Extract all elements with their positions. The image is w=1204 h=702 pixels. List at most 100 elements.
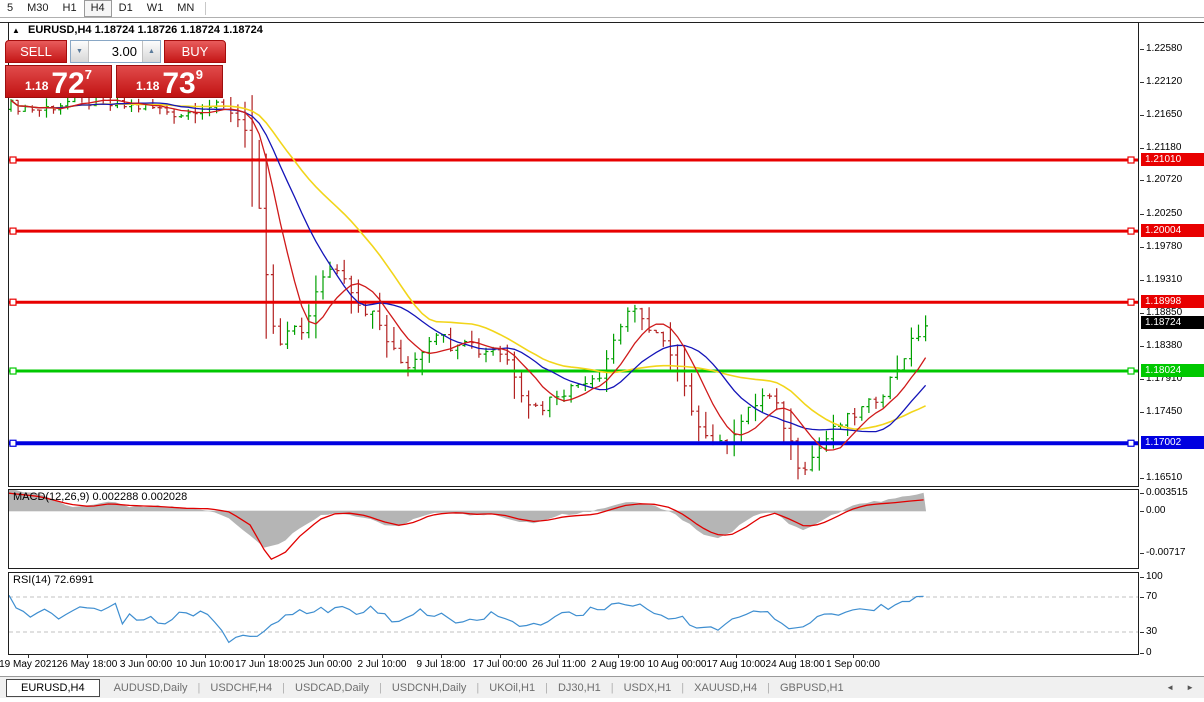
macd-axis-tick bbox=[1140, 511, 1144, 512]
time-axis-tick bbox=[264, 655, 265, 658]
time-axis-label: 26 May 18:00 bbox=[56, 659, 118, 670]
ma-fast-line bbox=[10, 99, 927, 451]
macd-signal-line bbox=[9, 492, 924, 561]
ma-mid-line bbox=[10, 99, 927, 433]
price-axis-label: 1.22120 bbox=[1146, 76, 1183, 87]
time-axis-tick bbox=[500, 655, 501, 658]
time-axis-label: 17 Aug 10:00 bbox=[706, 659, 766, 670]
ma-slow-line bbox=[10, 99, 926, 430]
price-axis-label: 1.17450 bbox=[1146, 406, 1183, 417]
price-axis-tick bbox=[1140, 280, 1144, 281]
rsi-canvas[interactable] bbox=[9, 573, 1138, 654]
level-price-chip: 1.17002 bbox=[1141, 436, 1204, 449]
timeframe-button-d1[interactable]: D1 bbox=[112, 1, 140, 16]
volume-increase-icon[interactable]: ▲ bbox=[142, 41, 160, 62]
time-axis-tick bbox=[677, 655, 678, 658]
time-axis-label: 2 Jul 10:00 bbox=[357, 659, 407, 670]
price-axis-label: 1.20250 bbox=[1146, 208, 1183, 219]
timeframe-button-mn[interactable]: MN bbox=[170, 1, 201, 16]
time-axis-tick bbox=[382, 655, 383, 658]
tab-dj30[interactable]: DJ30,H1 bbox=[548, 682, 611, 694]
tab-scroll-left-icon[interactable]: ◄ bbox=[1166, 683, 1174, 692]
timeframe-button-h4[interactable]: H4 bbox=[83, 0, 112, 17]
time-axis-tick bbox=[205, 655, 206, 658]
timeframe-button-5[interactable]: 5 bbox=[0, 1, 20, 16]
rsi-panel[interactable]: RSI(14) 72.6991 bbox=[8, 572, 1139, 655]
price-axis-label: 1.21650 bbox=[1146, 109, 1183, 120]
timeframe-button-w1[interactable]: W1 bbox=[140, 1, 171, 16]
level-price-chip: 1.21010 bbox=[1141, 153, 1204, 166]
toolbar-separator bbox=[205, 2, 207, 15]
time-axis-label: 10 Jun 10:00 bbox=[176, 659, 234, 670]
time-axis-label: 17 Jun 18:00 bbox=[235, 659, 293, 670]
time-axis-label: 17 Jul 00:00 bbox=[472, 659, 528, 670]
sell-button[interactable]: SELL bbox=[5, 40, 67, 63]
tab-scroll-right-icon[interactable]: ► bbox=[1186, 683, 1194, 692]
tab-gbpusd[interactable]: GBPUSD,H1 bbox=[770, 682, 854, 694]
price-axis-tick bbox=[1140, 214, 1144, 215]
tab-usdchf[interactable]: USDCHF,H4 bbox=[200, 682, 282, 694]
buy-button[interactable]: BUY bbox=[164, 40, 226, 63]
time-axis-tick bbox=[736, 655, 737, 658]
sell-price-big-digits: 72 bbox=[51, 67, 85, 100]
rsi-label: RSI(14) 72.6991 bbox=[13, 574, 94, 586]
tab-xauusd[interactable]: XAUUSD,H4 bbox=[684, 682, 767, 694]
level-price-chip: 1.20004 bbox=[1141, 224, 1204, 237]
volume-decrease-icon[interactable]: ▼ bbox=[71, 41, 89, 62]
macd-axis-tick bbox=[1140, 553, 1144, 554]
macd-label: MACD(12,26,9) 0.002288 0.002028 bbox=[13, 491, 188, 503]
time-axis-label: 25 Jun 00:00 bbox=[294, 659, 352, 670]
buy-price-big-digits: 73 bbox=[162, 67, 196, 100]
time-axis-tick bbox=[323, 655, 324, 658]
collapse-icon[interactable]: ▲ bbox=[12, 26, 20, 35]
timeframe-button-m30[interactable]: M30 bbox=[20, 1, 55, 16]
rsi-axis-tick bbox=[1140, 577, 1144, 578]
time-axis-label: 9 Jul 18:00 bbox=[416, 659, 466, 670]
price-axis-tick bbox=[1140, 313, 1144, 314]
chart-symbol: EURUSD,H4 bbox=[27, 24, 92, 36]
tab-usdcad[interactable]: USDCAD,Daily bbox=[285, 682, 379, 694]
sell-price-display[interactable]: 1.18 72 7 bbox=[5, 65, 112, 100]
rsi-line bbox=[9, 595, 924, 644]
price-axis-tick bbox=[1140, 180, 1144, 181]
chart-ohlc: 1.18724 1.18726 1.18724 1.18724 bbox=[94, 24, 263, 36]
tab-usdcnh[interactable]: USDCNH,Daily bbox=[382, 682, 477, 694]
price-axis-tick bbox=[1140, 49, 1144, 50]
volume-input[interactable]: 3.00 bbox=[89, 41, 142, 62]
price-axis-label: 1.19780 bbox=[1146, 241, 1183, 252]
price-axis[interactable]: 1.22580 1.22120 1.21650 1.21180 1.20720 1.202… bbox=[1140, 22, 1204, 658]
macd-axis-label: 0.003515 bbox=[1146, 487, 1188, 498]
time-axis-tick bbox=[87, 655, 88, 658]
one-click-trading-panel: SELL ▼ 3.00 ▲ BUY 1.18 72 7 1.18 73 9 bbox=[5, 40, 226, 100]
macd-axis-tick bbox=[1140, 493, 1144, 494]
tab-audusd[interactable]: AUDUSD,Daily bbox=[104, 682, 198, 694]
rsi-axis-label: 30 bbox=[1146, 626, 1158, 637]
sell-price-prefix: 1.18 bbox=[25, 79, 49, 93]
macd-panel[interactable]: MACD(12,26,9) 0.002288 0.002028 bbox=[8, 489, 1139, 569]
timeframe-toolbar: 5 M30 H1 H4 D1 W1 MN bbox=[0, 0, 1204, 18]
price-axis-tick bbox=[1140, 379, 1144, 380]
tab-eurusd[interactable]: EURUSD,H4 bbox=[6, 678, 100, 697]
rsi-axis-label: 70 bbox=[1146, 591, 1158, 602]
price-axis-tick bbox=[1140, 478, 1144, 479]
chart-tab-bar: EURUSD,H4 AUDUSD,Daily | USDCHF,H4 | USDCAD,D… bbox=[0, 676, 1204, 698]
time-axis[interactable]: 19 May 2021 26 May 18:00 3 Jun 00:00 10 Jun… bbox=[0, 655, 1204, 675]
price-axis-label: 1.16510 bbox=[1146, 472, 1183, 483]
time-axis-tick bbox=[853, 655, 854, 658]
rsi-axis-label: 100 bbox=[1146, 571, 1163, 582]
macd-axis-label: 0.00 bbox=[1146, 505, 1166, 516]
time-axis-label: 24 Aug 18:00 bbox=[765, 659, 825, 670]
price-axis-tick bbox=[1140, 346, 1144, 347]
timeframe-button-h1[interactable]: H1 bbox=[56, 1, 84, 16]
tab-usdx[interactable]: USDX,H1 bbox=[614, 682, 682, 694]
tab-ukoil[interactable]: UKOil,H1 bbox=[479, 682, 545, 694]
time-axis-label: 1 Sep 00:00 bbox=[826, 659, 880, 670]
rsi-axis-tick bbox=[1140, 632, 1144, 633]
time-axis-label: 2 Aug 19:00 bbox=[591, 659, 645, 670]
time-axis-tick bbox=[441, 655, 442, 658]
price-axis-tick bbox=[1140, 82, 1144, 83]
time-axis-tick bbox=[28, 655, 29, 658]
level-price-chip: 1.18024 bbox=[1141, 364, 1204, 377]
chart-title: ▲ EURUSD,H4 1.18724 1.18726 1.18724 1.18… bbox=[12, 24, 263, 36]
buy-price-display[interactable]: 1.18 73 9 bbox=[116, 65, 223, 100]
